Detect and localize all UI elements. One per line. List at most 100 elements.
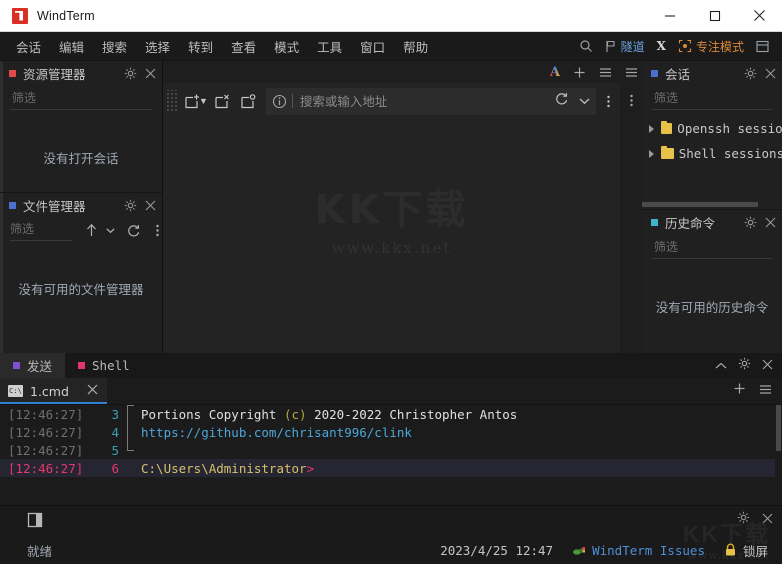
file-manager-settings-button[interactable]: [124, 199, 137, 212]
address-refresh-button[interactable]: [554, 91, 569, 111]
subtab-1-cmd[interactable]: C:\ 1.cmd: [0, 378, 107, 404]
drag-grip-icon[interactable]: [165, 90, 177, 112]
file-manager-up-button[interactable]: [82, 223, 101, 238]
layout-button[interactable]: [750, 38, 775, 55]
menu-item-select[interactable]: 选择: [137, 34, 178, 59]
lock-screen-button[interactable]: 锁屏: [724, 541, 768, 560]
panel-layout-icon[interactable]: [27, 512, 43, 533]
status-bar-right: 2023/4/25 12:47 WindTerm Issues 锁屏: [440, 541, 782, 560]
tunnel-button[interactable]: 隧道: [599, 36, 651, 57]
tab-shell[interactable]: Shell: [65, 353, 143, 378]
menu-item-edit[interactable]: 编辑: [51, 34, 92, 59]
status-close-button[interactable]: [762, 511, 773, 529]
close-session-icon: [215, 94, 230, 108]
menu-item-mode[interactable]: 模式: [266, 34, 307, 59]
file-manager-more-button[interactable]: [152, 223, 163, 238]
sessions-close-button[interactable]: [765, 68, 776, 79]
minimize-button[interactable]: [647, 0, 692, 32]
menu-item-search[interactable]: 搜索: [94, 34, 135, 59]
file-manager-close-button[interactable]: [145, 200, 156, 211]
sessions-settings-button[interactable]: [744, 67, 757, 80]
chevron-right-icon[interactable]: [649, 124, 654, 133]
center-menu-button[interactable]: [599, 67, 612, 78]
terminal-scrollbar[interactable]: [775, 405, 782, 505]
history-filter-input[interactable]: [652, 238, 772, 259]
menu-item-help[interactable]: 帮助: [395, 34, 436, 59]
right-rail-menu-button[interactable]: [625, 65, 638, 83]
tab-send[interactable]: 发送: [0, 353, 66, 378]
maximize-button[interactable]: [692, 0, 737, 32]
file-manager-up-dropdown-button[interactable]: [103, 227, 118, 234]
hamburger-icon: [625, 68, 637, 77]
address-separator: [291, 94, 293, 108]
history-settings-button[interactable]: [744, 216, 757, 229]
address-more-button[interactable]: [600, 88, 616, 114]
tab-shell-label: Shell: [92, 358, 130, 373]
close-icon: [765, 217, 776, 228]
minimize-icon: [664, 14, 675, 17]
menu-item-window[interactable]: 窗口: [352, 34, 393, 59]
close-icon: [754, 10, 765, 21]
menu-bar: 会话 编辑 搜索 选择 转到 查看 模式 工具 窗口 帮助 隧道 X 专注模式: [0, 32, 782, 61]
close-button[interactable]: [737, 0, 782, 32]
menu-item-session[interactable]: 会话: [8, 34, 49, 59]
x-label: X: [656, 39, 666, 53]
status-settings-button[interactable]: [737, 511, 750, 529]
search-button[interactable]: [573, 37, 599, 55]
watermark-sub-text: www.kkx.net: [331, 239, 452, 257]
menu-item-view[interactable]: 查看: [223, 34, 264, 59]
new-tab-button[interactable]: [573, 66, 586, 79]
explorer-settings-button[interactable]: [124, 67, 137, 80]
watermark-main-text: KK下载: [314, 187, 469, 233]
folder-icon: [661, 145, 674, 159]
list-item[interactable]: Shell sessions: [642, 141, 782, 166]
focus-mode-button[interactable]: 专注模式: [672, 36, 750, 57]
address-bar[interactable]: [265, 87, 596, 115]
info-icon: [272, 94, 286, 108]
windterm-issues-label: WindTerm Issues: [592, 542, 705, 558]
file-manager-marker-icon: [9, 202, 16, 209]
font-color-icon[interactable]: A: [550, 66, 560, 79]
explorer-filter-input[interactable]: [10, 89, 152, 110]
bottom-panel-close-button[interactable]: [762, 357, 773, 375]
close-icon: [145, 68, 156, 79]
new-terminal-button[interactable]: [733, 382, 746, 400]
terminal-subtabs-actions: [733, 378, 782, 404]
subtab-close-button[interactable]: [87, 384, 98, 398]
windterm-issues-link[interactable]: WindTerm Issues: [572, 543, 705, 558]
terminal-line-number: 3: [111, 406, 119, 422]
bottom-panel-settings-button[interactable]: [738, 357, 751, 375]
bug-icon: [573, 546, 586, 555]
history-close-button[interactable]: [765, 217, 776, 228]
close-session-button[interactable]: [210, 88, 236, 114]
terminal-menu-button[interactable]: [759, 382, 772, 400]
address-input[interactable]: [299, 93, 546, 109]
terminal-output[interactable]: [12:46:27] 3 Portions Copyright (c) 2020…: [0, 405, 782, 505]
sessions-filter-input[interactable]: [652, 89, 772, 110]
chevron-right-icon[interactable]: [649, 149, 654, 158]
center-watermark: KK下载 www.kkx.net: [163, 177, 620, 257]
bottom-panel-collapse-button[interactable]: [715, 357, 727, 375]
menu-item-goto[interactable]: 转到: [180, 34, 221, 59]
explorer-filter-row: [0, 86, 162, 110]
bottom-panel: 发送 Shell C:\ 1.cmd [12:46:27] 3 Portions…: [0, 353, 782, 505]
list-item-label: Shell sessions: [678, 146, 782, 161]
right-rail-more-button[interactable]: [629, 93, 634, 113]
explorer-close-button[interactable]: [145, 68, 156, 79]
list-item[interactable]: Openssh sessions: [642, 116, 782, 141]
sessions-horizontal-scrollbar[interactable]: [642, 202, 782, 207]
sessions-marker-icon: [651, 70, 658, 77]
file-manager-filter-input[interactable]: [10, 220, 72, 241]
history-header-actions: [744, 216, 776, 229]
gear-icon: [744, 67, 757, 80]
left-sidebar: 资源管理器 没有打开会话 文件管理器: [0, 61, 163, 353]
bottom-panel-tabs: 发送 Shell: [0, 353, 782, 378]
menu-item-tools[interactable]: 工具: [309, 34, 350, 59]
file-manager-refresh-button[interactable]: [123, 223, 144, 238]
clone-session-button[interactable]: [236, 88, 262, 114]
x-button[interactable]: X: [651, 37, 672, 55]
new-session-dropdown-button[interactable]: ▼: [199, 96, 208, 106]
sessions-tree: Openssh sessions Shell sessions: [642, 116, 782, 166]
history-panel: 历史命令 没有可用的历史命令: [642, 209, 782, 353]
address-history-button[interactable]: [579, 92, 590, 110]
